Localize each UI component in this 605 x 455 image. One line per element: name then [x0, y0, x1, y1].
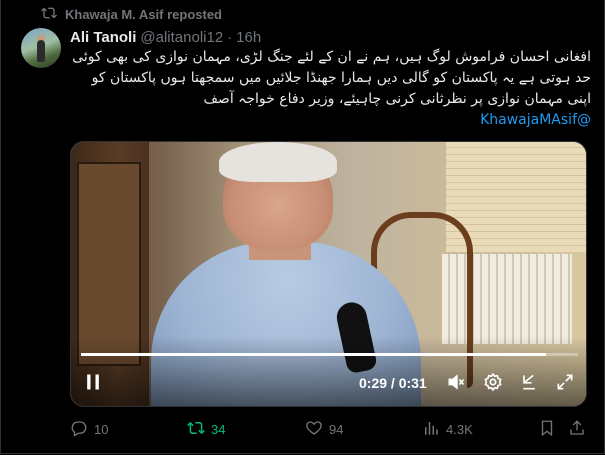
like-button[interactable]: 94: [305, 418, 343, 440]
share-button[interactable]: [568, 418, 586, 440]
tweet-text-line: افغانی احسان فراموش لوگ ہیں، ہم نے ان کے…: [72, 49, 591, 65]
tweet-text-line: اپنی مہمان نوازی پر نظرثانی کرنی چاہیئے،…: [203, 91, 591, 107]
views-button[interactable]: 4.3K: [422, 418, 473, 440]
mute-button[interactable]: [444, 370, 468, 398]
repost-button[interactable]: 34: [187, 418, 225, 440]
pause-icon: [83, 372, 103, 397]
reply-button[interactable]: 10: [70, 418, 108, 440]
repost-icon: [41, 5, 57, 24]
like-count: 94: [329, 421, 344, 437]
heart-icon: [305, 419, 323, 440]
tweet-header: Ali Tanoli @alitanoli12 · 16h: [70, 27, 261, 47]
repost-count: 34: [211, 421, 226, 437]
bookmark-icon: [538, 419, 556, 440]
fullscreen-button[interactable]: [553, 370, 577, 398]
timestamp[interactable]: 16h: [236, 29, 261, 46]
video-player[interactable]: 0:29 / 0:31: [70, 141, 587, 407]
views-chart-icon: [422, 419, 440, 440]
fullscreen-icon: [555, 372, 575, 397]
author-name[interactable]: Ali Tanoli: [70, 29, 136, 46]
share-icon: [568, 419, 586, 440]
repost-context: Khawaja M. Asif reposted: [41, 5, 222, 23]
tweet-actions: 10 34 94 4.3K: [70, 418, 585, 440]
video-progress-bar[interactable]: [81, 353, 578, 356]
reply-icon: [70, 419, 88, 440]
mute-icon: [446, 372, 466, 397]
video-timecode: 0:29 / 0:31: [359, 375, 427, 391]
repost-text[interactable]: Khawaja M. Asif reposted: [65, 7, 222, 22]
tweet-text: افغانی احسان فراموش لوگ ہیں، ہم نے ان کے…: [70, 47, 591, 131]
author-handle[interactable]: @alitanoli12: [140, 29, 223, 46]
video-controls: 0:29 / 0:31: [71, 370, 586, 398]
tweet-text-line: حد ہوتی ہے یہ پاکستان کو گالی دیں ہمارا …: [91, 70, 591, 86]
repost-icon: [187, 419, 205, 440]
settings-button[interactable]: [481, 370, 505, 398]
mention-link[interactable]: @KhawajaMAsif: [480, 112, 591, 128]
tweet-card[interactable]: Khawaja M. Asif reposted Ali Tanoli @ali…: [0, 0, 605, 454]
reply-count: 10: [94, 421, 109, 437]
popout-icon: [519, 372, 539, 397]
gear-icon: [483, 372, 503, 397]
bookmark-button[interactable]: [538, 418, 556, 440]
avatar[interactable]: [21, 28, 61, 68]
video-progress-fill: [81, 353, 546, 356]
pause-button[interactable]: [81, 370, 105, 398]
views-count: 4.3K: [446, 421, 473, 437]
separator-dot: ·: [227, 28, 233, 46]
popout-button[interactable]: [517, 370, 541, 398]
